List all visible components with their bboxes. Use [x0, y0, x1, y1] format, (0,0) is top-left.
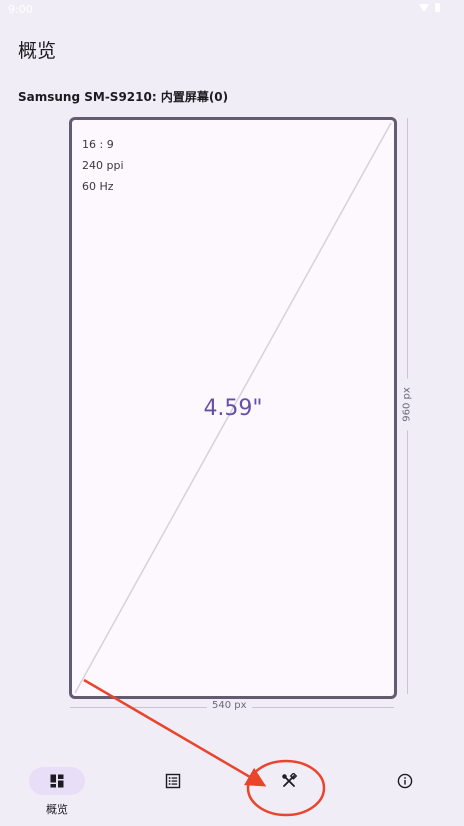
info-icon [397, 773, 413, 789]
pixel-density: 240 ppi [82, 159, 124, 172]
status-time: 9:00 [8, 3, 33, 16]
wifi-icon [419, 3, 429, 12]
height-dimension-label: 960 px [401, 378, 413, 431]
width-dimension-label: 540 px [207, 700, 252, 711]
spec-list: 16 : 9 240 ppi 60 Hz [82, 134, 124, 197]
diagonal-size: 4.59" [203, 396, 263, 421]
page-title: 概览 [18, 40, 57, 62]
nav-item-overview[interactable]: 概览 [19, 756, 99, 820]
battery-icon [435, 3, 440, 12]
tools-icon [282, 773, 297, 787]
nav-item-tools[interactable] [251, 756, 331, 820]
status-bar: 9:00 [0, 0, 464, 22]
dashboard-icon [50, 774, 64, 788]
list-icon [165, 773, 181, 789]
device-name: Samsung SM-S9210: 内置屏幕(0) [18, 90, 229, 104]
screen-diagram: 16 : 9 240 ppi 60 Hz 4.59" [69, 117, 397, 699]
refresh-rate: 60 Hz [82, 180, 114, 193]
bottom-nav: 概览 [0, 756, 464, 826]
status-icons [419, 3, 440, 12]
nav-item-info[interactable] [367, 756, 447, 820]
nav-label-overview: 概览 [46, 803, 68, 816]
aspect-ratio: 16 : 9 [82, 138, 114, 151]
nav-item-list[interactable] [135, 756, 215, 820]
